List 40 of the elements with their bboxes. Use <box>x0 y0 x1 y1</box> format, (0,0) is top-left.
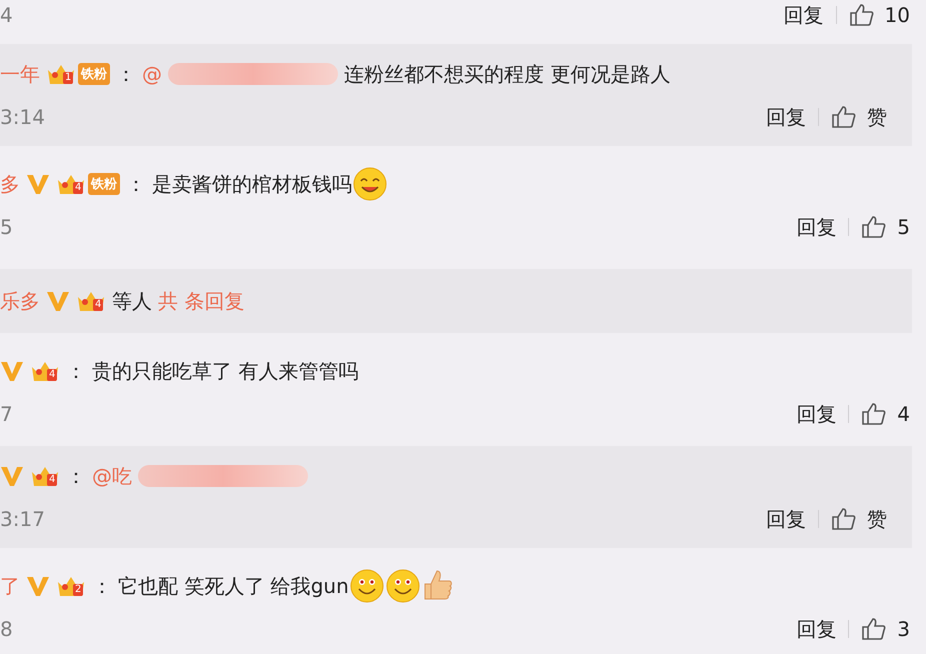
comment-time: 8 <box>0 617 13 641</box>
thumbs-up-icon <box>861 215 888 239</box>
comment-time: 3:14 <box>0 105 45 129</box>
reply-link[interactable]: 回复 <box>796 400 836 428</box>
reply-link[interactable]: 回复 <box>796 616 836 642</box>
fan-badge: 4 <box>30 358 60 384</box>
comment-text: 贵的只能吃草了 有人来管管吗 <box>92 358 358 384</box>
like-button[interactable]: 10 <box>848 3 910 27</box>
thumbs-up-icon <box>861 617 888 641</box>
thumbs-up-icon <box>861 402 888 426</box>
reply-link[interactable]: 回复 <box>796 214 836 240</box>
like-button[interactable]: 4 <box>861 402 910 426</box>
fan-badge: 4 <box>76 288 106 314</box>
like-button[interactable]: 赞 <box>831 506 887 532</box>
reply-link[interactable]: 回复 <box>766 104 806 130</box>
fan-badge: 4 <box>30 463 60 489</box>
thumbs-up-icon <box>848 3 875 27</box>
like-button[interactable]: 5 <box>861 215 910 239</box>
like-button[interactable]: 赞 <box>831 104 887 130</box>
comment-text: 连粉丝都不想买的程度 更何况是路人 <box>344 60 670 88</box>
colon: ： <box>116 60 136 88</box>
comment-text: 是卖酱饼的棺材板钱吗 <box>152 170 352 198</box>
reply-link[interactable]: 回复 <box>784 2 824 28</box>
thumbs-up-icon <box>831 507 857 531</box>
comment-time: 4 <box>0 3 13 27</box>
thumbs-up-icon <box>831 105 857 129</box>
like-button[interactable]: 3 <box>861 617 910 641</box>
fan-badge: 2 <box>56 573 86 599</box>
colon: ： <box>66 358 86 384</box>
colon: ： <box>92 572 112 600</box>
comment-time: 5 <box>0 215 13 239</box>
colon: ： <box>126 170 146 198</box>
colon: ： <box>66 462 86 490</box>
reply-link[interactable]: 回复 <box>766 506 806 532</box>
fan-badge: 4 铁粉 <box>56 171 120 197</box>
fan-badge: 1 铁粉 <box>46 61 110 87</box>
comment-time: 3:17 <box>0 507 45 531</box>
comment-text: 它也配 笑死人了 给我gun <box>118 572 349 600</box>
comment-time: 7 <box>0 402 13 426</box>
comment-text: 等人 <box>112 288 152 314</box>
